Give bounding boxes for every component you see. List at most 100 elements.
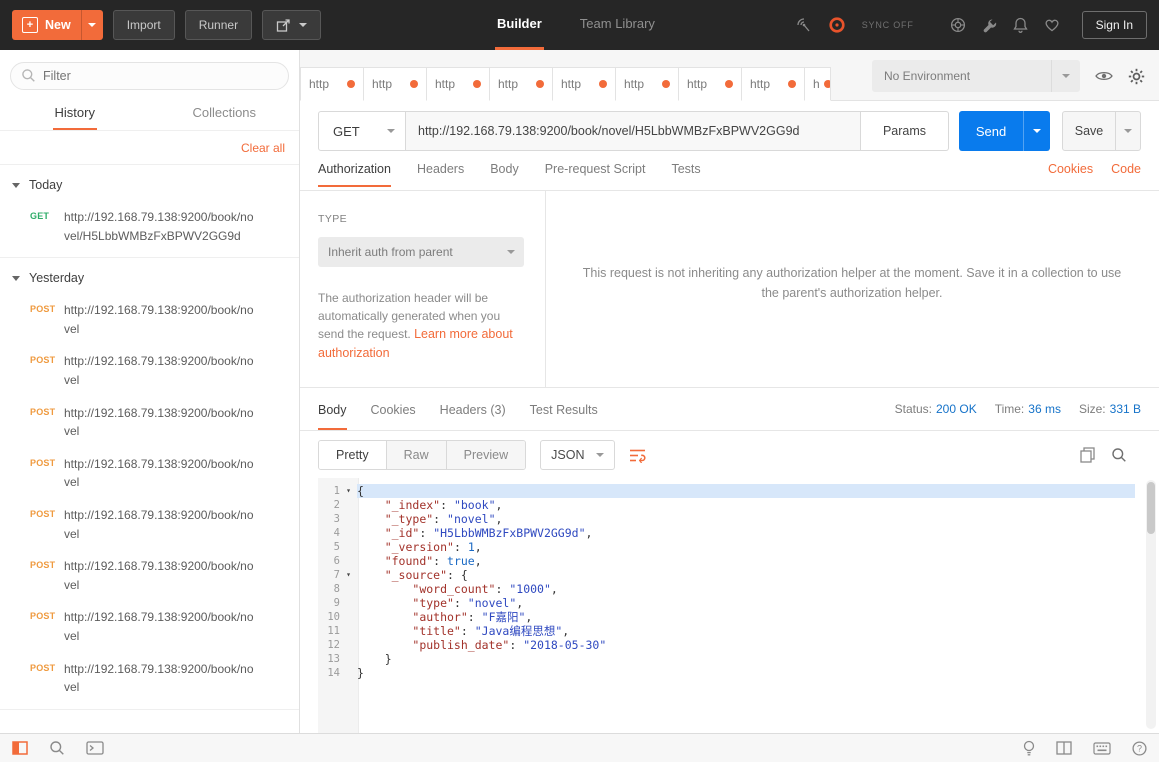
chevron-down-icon	[1124, 129, 1132, 133]
copy-response-button[interactable]	[1080, 447, 1095, 463]
params-button[interactable]: Params	[861, 111, 949, 151]
community-button[interactable]	[950, 17, 966, 33]
save-button[interactable]: Save	[1063, 112, 1115, 150]
request-tab[interactable]: http	[741, 67, 805, 101]
tab-tests[interactable]: Tests	[671, 162, 700, 187]
save-dropdown-button[interactable]	[1115, 112, 1140, 150]
fold-spacer	[340, 624, 357, 638]
interceptor-button[interactable]	[796, 17, 812, 33]
import-button[interactable]: Import	[113, 10, 175, 40]
auth-notice-text: This request is not inheriting any autho…	[580, 263, 1125, 303]
fold-caret-icon[interactable]: ▾	[340, 484, 357, 498]
history-item[interactable]: POSThttp://192.168.79.138:9200/book/nove…	[0, 601, 299, 652]
tab-headers[interactable]: Headers	[417, 162, 464, 187]
request-tab[interactable]: http	[426, 67, 490, 101]
history-item[interactable]: POSThttp://192.168.79.138:9200/book/nove…	[0, 550, 299, 601]
tab-response-cookies[interactable]: Cookies	[371, 403, 416, 430]
code-link[interactable]: Code	[1111, 162, 1141, 176]
shortcuts-button[interactable]	[1093, 742, 1111, 755]
scrollbar-thumb[interactable]	[1147, 482, 1155, 534]
environment-select[interactable]: No Environment	[872, 60, 1080, 92]
history-section-header[interactable]: Yesterday	[0, 258, 299, 294]
send-button[interactable]: Send	[959, 111, 1023, 151]
sync-off-label: SYNC OFF	[862, 20, 914, 30]
request-tab[interactable]: h	[804, 67, 831, 101]
new-button[interactable]: + New	[12, 10, 103, 40]
help-button[interactable]: ?	[1132, 741, 1147, 756]
method-select[interactable]: GET	[318, 111, 406, 151]
tab-builder[interactable]: Builder	[495, 0, 544, 50]
history-item[interactable]: POSThttp://192.168.79.138:9200/book/nove…	[0, 653, 299, 704]
response-header: Body Cookies Headers (3) Test Results St…	[300, 388, 1159, 431]
history-item[interactable]: POSThttp://192.168.79.138:9200/book/nove…	[0, 499, 299, 550]
environment-preview-button[interactable]	[1095, 70, 1113, 82]
url-input[interactable]: http://192.168.79.138:9200/book/novel/H5…	[406, 111, 861, 151]
request-tab-label: http	[561, 77, 581, 91]
global-search-button[interactable]	[49, 740, 65, 756]
history-section-header[interactable]: Today	[0, 165, 299, 201]
cookies-link[interactable]: Cookies	[1048, 162, 1093, 176]
console-button[interactable]	[86, 741, 104, 755]
two-pane-view-button[interactable]	[1056, 741, 1072, 755]
tab-collections[interactable]: Collections	[150, 98, 300, 130]
request-tab[interactable]: http	[615, 67, 679, 101]
format-select[interactable]: JSON	[540, 440, 615, 470]
tab-response-body[interactable]: Body	[318, 403, 347, 430]
sync-status-button[interactable]	[828, 16, 846, 34]
history-item[interactable]: POSThttp://192.168.79.138:9200/book/nove…	[0, 294, 299, 345]
view-mode-pretty[interactable]: Pretty	[319, 441, 387, 469]
toggle-sidebar-button[interactable]	[12, 741, 28, 755]
auth-type-select[interactable]: Inherit auth from parent	[318, 237, 524, 267]
unsaved-dot-icon	[410, 80, 418, 88]
request-tab[interactable]: http	[489, 67, 553, 101]
history-section-title: Yesterday	[29, 271, 84, 285]
new-dropdown-button[interactable]	[81, 10, 103, 40]
tips-button[interactable]	[1023, 740, 1035, 756]
filter-input[interactable]	[10, 62, 289, 90]
history-item[interactable]: POSThttp://192.168.79.138:9200/book/nove…	[0, 345, 299, 396]
runner-button[interactable]: Runner	[185, 10, 252, 40]
tab-response-headers[interactable]: Headers (3)	[440, 403, 506, 430]
wrap-lines-button[interactable]	[629, 448, 646, 463]
view-mode-preview[interactable]: Preview	[447, 441, 525, 469]
tab-builder-label: Builder	[497, 16, 542, 31]
request-tab[interactable]: http	[678, 67, 742, 101]
tab-test-results[interactable]: Test Results	[530, 403, 598, 430]
send-dropdown-button[interactable]	[1023, 111, 1050, 151]
fold-caret-icon[interactable]: ▾	[340, 568, 357, 582]
new-window-button[interactable]	[262, 10, 321, 40]
history-item[interactable]: GEThttp://192.168.79.138:9200/book/novel…	[0, 201, 299, 252]
new-button-main[interactable]: + New	[12, 10, 81, 40]
clear-all-link[interactable]: Clear all	[241, 141, 285, 155]
tab-history[interactable]: History	[0, 98, 150, 130]
method-badge: POST	[30, 506, 64, 543]
environment-settings-button[interactable]	[1128, 68, 1145, 85]
environment-caret-button[interactable]	[1051, 60, 1080, 92]
history-item[interactable]: POSThttp://192.168.79.138:9200/book/nove…	[0, 397, 299, 448]
view-mode-raw[interactable]: Raw	[387, 441, 447, 469]
response-meta: Status:200 OK Time:36 ms Size:331 B	[895, 402, 1141, 416]
code-line: 3 "_type": "novel",	[318, 512, 1135, 526]
history-section: TodayGEThttp://192.168.79.138:9200/book/…	[0, 165, 299, 258]
request-tab-label: http	[687, 77, 707, 91]
request-tab[interactable]: http	[300, 67, 364, 101]
response-scrollbar[interactable]	[1146, 480, 1156, 729]
code-text: {	[357, 484, 1135, 498]
notifications-button[interactable]	[1013, 17, 1028, 33]
favorites-button[interactable]	[1044, 18, 1060, 32]
request-tab[interactable]: http	[363, 67, 427, 101]
tab-pre-request-script[interactable]: Pre-request Script	[545, 162, 646, 187]
fold-spacer	[340, 596, 357, 610]
code-line: 7▾ "_source": {	[318, 568, 1135, 582]
settings-button[interactable]	[982, 18, 997, 33]
request-tab[interactable]: http	[552, 67, 616, 101]
tab-authorization[interactable]: Authorization	[318, 162, 391, 187]
history-url: http://192.168.79.138:9200/book/novel	[64, 301, 257, 338]
history-item[interactable]: POSThttp://192.168.79.138:9200/book/nove…	[0, 448, 299, 499]
tab-team-library[interactable]: Team Library	[578, 0, 657, 50]
time-metric: Time:36 ms	[995, 402, 1061, 416]
sign-in-button[interactable]: Sign In	[1082, 11, 1147, 39]
search-response-button[interactable]	[1111, 447, 1127, 463]
tab-body[interactable]: Body	[490, 162, 519, 187]
line-number: 13	[318, 652, 340, 666]
